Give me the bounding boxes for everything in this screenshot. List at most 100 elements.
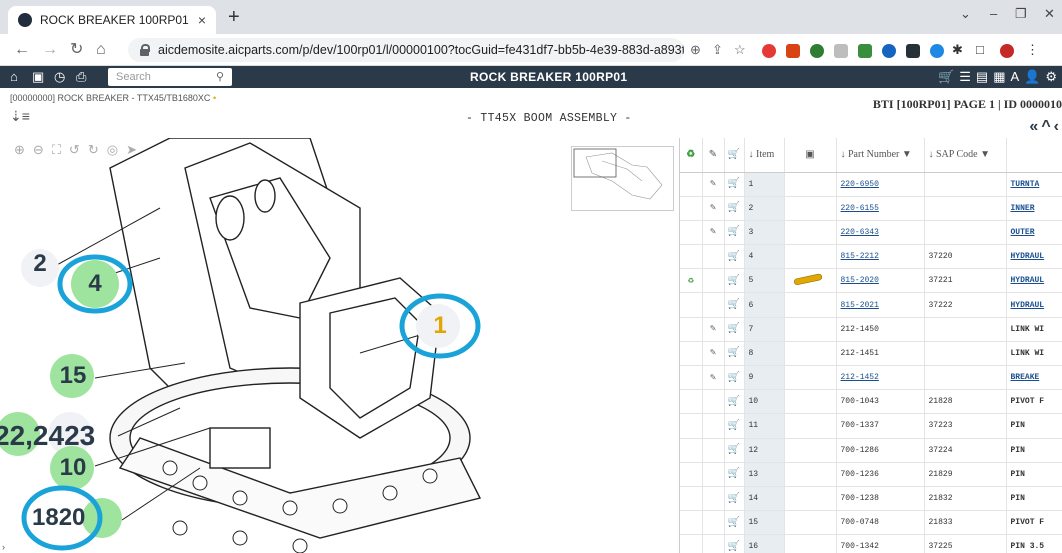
url-field[interactable]: aicdemosite.aicparts.com/p/dev/100rp01/l…	[128, 38, 684, 62]
description-text[interactable]: BREAKE	[1011, 373, 1040, 382]
check-extension-icon[interactable]	[810, 44, 824, 58]
description[interactable]: OUTER	[1006, 220, 1062, 246]
add-to-cart-icon[interactable]: 🛒	[724, 220, 745, 246]
add-to-cart-icon[interactable]: 🛒	[724, 534, 745, 553]
add-to-cart-icon[interactable]: 🛒	[724, 244, 745, 270]
cart-header-icon[interactable]: 🛒	[724, 138, 745, 173]
edit-icon[interactable]: ✎	[710, 203, 716, 214]
table-row[interactable]: ✎ 🛒 1 220-6950 TURNTA	[680, 172, 1062, 197]
edit-cell[interactable]: ✎	[702, 365, 725, 391]
table-icon[interactable]: ▦	[993, 69, 1010, 84]
description-text[interactable]: HYDRAUL	[1011, 276, 1045, 285]
table-row[interactable]: 🛒 11 700-1337 37223 PIN	[680, 413, 1062, 439]
table-row[interactable]: ✎ 🛒 2 220-6155 INNER	[680, 196, 1062, 221]
callout-2[interactable]: 2	[20, 250, 60, 278]
window-close-icon[interactable]: ✕	[1044, 6, 1055, 22]
expand-panel-icon[interactable]: ›	[2, 542, 12, 552]
table-row[interactable]: ✎ 🛒 3 220-6343 OUTER	[680, 220, 1062, 246]
edit-icon[interactable]: ✎	[710, 348, 716, 359]
extension-green-icon[interactable]	[858, 44, 872, 58]
document-icon[interactable]: ▤	[976, 69, 993, 84]
description[interactable]: TURNTA	[1006, 172, 1062, 197]
callout-18-20[interactable]: 1820	[32, 504, 122, 532]
browser-menu-icon[interactable]: ⋮	[1026, 42, 1039, 58]
history-clock-icon[interactable]: ◷	[54, 69, 65, 85]
forward-icon[interactable]: →	[42, 41, 58, 59]
print-icon[interactable]: ⎙	[76, 69, 86, 85]
zoom-icon[interactable]: ⊕	[690, 42, 701, 58]
edit-cell[interactable]: ✎	[702, 220, 725, 246]
description[interactable]: HYDRAUL	[1006, 268, 1062, 294]
sort-toggle-icon[interactable]: ⇣≡	[10, 108, 30, 125]
share-icon[interactable]: ⇪	[712, 42, 723, 58]
table-row[interactable]: 🛒 16 700-1342 37225 PIN 3.5	[680, 534, 1062, 553]
side-panel-icon[interactable]: □	[976, 42, 984, 57]
part-number[interactable]: 212-1452	[836, 365, 925, 391]
add-to-cart-icon[interactable]: 🛒	[724, 510, 745, 536]
edit-cell[interactable]: ✎	[702, 317, 725, 342]
description-text[interactable]: OUTER	[1011, 228, 1035, 237]
puzzle-extensions-icon[interactable]: ✱	[952, 42, 963, 58]
edit-icon[interactable]: ✎	[710, 179, 716, 190]
add-to-cart-icon[interactable]: 🛒	[724, 486, 745, 512]
part-number[interactable]: 815-2021	[836, 292, 925, 318]
description-column-header[interactable]	[1006, 138, 1062, 173]
close-tab-icon[interactable]: ×	[198, 12, 206, 28]
restore-icon[interactable]: ❐	[1015, 6, 1027, 22]
callout-1[interactable]: 1	[420, 312, 460, 340]
filter-icon[interactable]: ▼	[902, 149, 912, 160]
table-row[interactable]: ♻ 🛒 5 815-2020 37221 HYDRAUL	[680, 268, 1062, 294]
recycle-icon[interactable]: ♻	[688, 276, 694, 287]
description[interactable]: BREAKE	[1006, 365, 1062, 391]
font-size-icon[interactable]: A	[1010, 69, 1024, 84]
first-page-icon[interactable]: «	[1029, 118, 1041, 135]
recycle-cell[interactable]: ♻	[680, 268, 703, 294]
add-to-cart-icon[interactable]: 🛒	[724, 268, 745, 294]
description[interactable]: HYDRAUL	[1006, 292, 1062, 318]
description-text[interactable]: TURNTA	[1011, 180, 1040, 189]
edit-icon[interactable]: ✎	[710, 324, 716, 335]
edit-cell[interactable]: ✎	[702, 341, 725, 367]
sap-code-column-header[interactable]: ↓ SAP Code ▼	[924, 138, 1007, 173]
bookmark-star-icon[interactable]: ☆	[734, 42, 746, 58]
add-to-cart-icon[interactable]: 🛒	[724, 292, 745, 318]
tab-search-chevron-icon[interactable]: ⌄	[960, 6, 971, 22]
table-row[interactable]: 🛒 4 815-2212 37220 HYDRAUL	[680, 244, 1062, 270]
extension-grey-icon[interactable]	[834, 44, 848, 58]
add-to-cart-icon[interactable]: 🛒	[724, 438, 745, 463]
recycle-header-icon[interactable]: ♻	[680, 138, 703, 173]
cart-icon[interactable]: 🛒	[938, 69, 959, 84]
add-to-cart-icon[interactable]: 🛒	[724, 462, 745, 487]
edit-header-icon[interactable]: ✎	[702, 138, 725, 173]
profile-avatar[interactable]	[1000, 44, 1014, 58]
part-number[interactable]: 220-6155	[836, 196, 925, 221]
callout-4[interactable]: 4	[72, 270, 118, 298]
extension-dark-icon[interactable]	[906, 44, 920, 58]
table-row[interactable]: ✎ 🛒 7 212-1450 LINK WI	[680, 317, 1062, 342]
part-number-text[interactable]: 212-1452	[841, 373, 879, 382]
part-thumbnail-cylinder[interactable]	[792, 272, 828, 286]
part-number-text[interactable]: 220-6155	[841, 204, 879, 213]
part-number-text[interactable]: 220-6343	[841, 228, 879, 237]
search-icon[interactable]: ⚲	[216, 68, 224, 86]
part-number-text[interactable]: 220-6950	[841, 180, 879, 189]
back-icon[interactable]: ←	[14, 41, 30, 59]
adblock-extension-icon[interactable]	[762, 44, 776, 58]
table-row[interactable]: ✎ 🛒 9 212-1452 BREAKE	[680, 365, 1062, 391]
part-number[interactable]: 815-2212	[836, 244, 925, 270]
table-row[interactable]: 🛒 10 700-1043 21828 PIVOT F	[680, 389, 1062, 415]
user-icon[interactable]: 👤	[1024, 69, 1045, 84]
table-row[interactable]: 🛒 13 700-1236 21829 PIN	[680, 462, 1062, 487]
item-column-header[interactable]: ↓ Item	[744, 138, 785, 173]
search-input[interactable]: Search ⚲	[108, 68, 232, 86]
description-text[interactable]: HYDRAUL	[1011, 301, 1045, 310]
home-icon[interactable]: ⌂	[96, 41, 106, 59]
edit-cell[interactable]: ✎	[702, 196, 725, 221]
callout-22-24-23[interactable]: 22,2423	[0, 420, 122, 452]
part-number[interactable]: 815-2020	[836, 268, 925, 294]
image-header-icon[interactable]: ▣	[784, 138, 837, 173]
table-row[interactable]: ✎ 🛒 8 212-1451 LINK WI	[680, 341, 1062, 367]
prev-page-icon[interactable]: ‹	[1054, 118, 1062, 135]
reload-icon[interactable]: ↻	[70, 41, 83, 59]
list-icon[interactable]: ☰	[959, 69, 976, 84]
